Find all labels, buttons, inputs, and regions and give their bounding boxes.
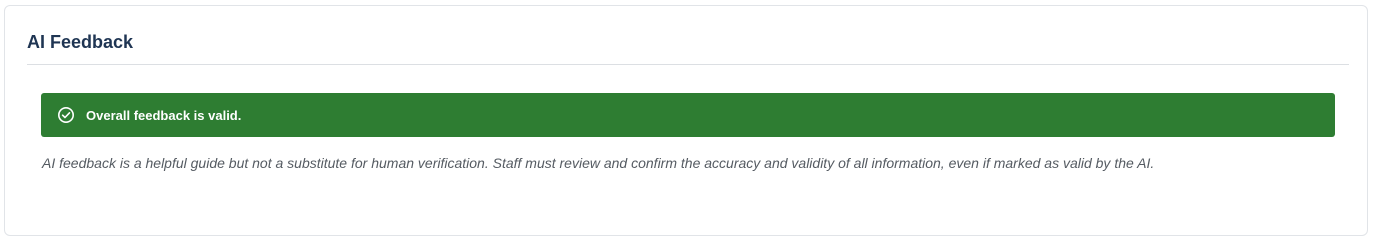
card-header: AI Feedback <box>27 32 1349 65</box>
check-circle-icon <box>57 106 75 124</box>
card-title: AI Feedback <box>27 32 134 52</box>
ai-disclaimer-text: AI feedback is a helpful guide but not a… <box>42 155 1155 171</box>
alert-message: Overall feedback is valid. <box>86 107 242 123</box>
validation-success-alert: Overall feedback is valid. <box>41 93 1335 137</box>
ai-feedback-card: AI Feedback Overall feedback is valid. A… <box>4 5 1368 236</box>
